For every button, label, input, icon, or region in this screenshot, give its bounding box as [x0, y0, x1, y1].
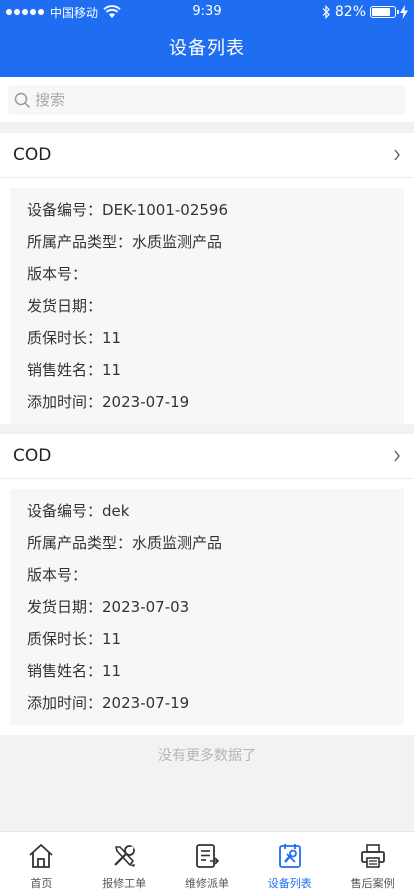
- field-value: 2023-07-19: [102, 393, 190, 411]
- field-label: 发货日期：: [27, 297, 103, 315]
- printer-icon: [360, 844, 385, 868]
- field-value: 水质监测产品: [132, 233, 223, 251]
- field-label: 设备编号：: [27, 201, 103, 219]
- device-field-row: 版本号：: [27, 258, 404, 290]
- app-header: 中国移动 9:39 82% 设备列表: [0, 0, 414, 77]
- no-more-data-text: 没有更多数据了: [158, 748, 256, 764]
- tab-repair-orders[interactable]: 报修工单: [83, 832, 166, 896]
- device-field-row: 设备编号：dek: [27, 495, 404, 527]
- search-input[interactable]: [35, 91, 375, 109]
- device-card[interactable]: COD 设备编号：dek 所属产品类型：水质监测产品 版本号： 发货日期：202…: [0, 434, 414, 735]
- field-value: dek: [102, 502, 130, 520]
- device-name: COD: [13, 145, 52, 165]
- tab-label: 售后案例: [350, 877, 395, 890]
- tab-after-sales-cases[interactable]: 售后案例: [331, 832, 414, 896]
- device-field-row: 所属产品类型：水质监测产品: [27, 226, 404, 258]
- device-field-row: 发货日期：: [27, 290, 404, 322]
- device-field-row: 质保时长：11: [27, 623, 404, 655]
- device-list-icon: [278, 844, 301, 868]
- device-field-row: 版本号：: [27, 559, 404, 591]
- field-value: 2023-07-19: [102, 694, 190, 712]
- device-field-row: 发货日期：2023-07-03: [27, 591, 404, 623]
- search-icon: [14, 92, 31, 108]
- field-label: 版本号：: [27, 265, 88, 283]
- device-card-header[interactable]: COD: [0, 434, 414, 479]
- device-detail: 设备编号：dek 所属产品类型：水质监测产品 版本号： 发货日期：2023-07…: [10, 489, 404, 725]
- field-label: 版本号：: [27, 566, 88, 584]
- home-icon: [29, 844, 53, 868]
- status-bar: 中国移动 9:39 82%: [0, 0, 414, 24]
- device-field-row: 所属产品类型：水质监测产品: [27, 527, 404, 559]
- bottom-tab-bar: 首页 报修工单 维修派单 设备列表 售后案例: [0, 831, 414, 896]
- device-detail: 设备编号：DEK-1001-02596 所属产品类型：水质监测产品 版本号： 发…: [10, 188, 404, 424]
- tools-icon: [114, 845, 136, 867]
- tab-label: 首页: [30, 877, 53, 890]
- tab-home[interactable]: 首页: [0, 832, 83, 896]
- device-field-row: 添加时间：2023-07-19: [27, 687, 404, 719]
- field-value: 11: [102, 662, 122, 680]
- device-field-row: 质保时长：11: [27, 322, 404, 354]
- tab-dispatch[interactable]: 维修派单: [166, 832, 249, 896]
- chevron-right-icon[interactable]: [393, 149, 401, 161]
- field-label: 添加时间：: [27, 694, 103, 712]
- device-field-row: 销售姓名：11: [27, 655, 404, 687]
- field-value: 11: [102, 329, 122, 347]
- chevron-right-icon[interactable]: [393, 450, 401, 462]
- search-bar: [0, 77, 414, 122]
- field-label: 发货日期：: [27, 598, 103, 616]
- field-value: 11: [102, 361, 122, 379]
- field-value: 11: [102, 630, 122, 648]
- device-card[interactable]: COD 设备编号：DEK-1001-02596 所属产品类型：水质监测产品 版本…: [0, 133, 414, 424]
- device-card-header[interactable]: COD: [0, 133, 414, 178]
- battery-icon: [370, 6, 399, 18]
- field-value: 2023-07-03: [102, 598, 190, 616]
- device-field-row: 添加时间：2023-07-19: [27, 386, 404, 418]
- tab-label: 维修派单: [184, 877, 229, 890]
- field-label: 所属产品类型：: [27, 233, 133, 251]
- status-time: 9:39: [192, 4, 222, 19]
- field-label: 销售姓名：: [27, 662, 103, 680]
- field-label: 质保时长：: [27, 329, 103, 347]
- search-box[interactable]: [8, 85, 406, 115]
- tab-label: 设备列表: [267, 877, 312, 890]
- field-label: 添加时间：: [27, 393, 103, 411]
- dispatch-icon: [196, 844, 220, 868]
- field-label: 设备编号：: [27, 502, 103, 520]
- field-value: 水质监测产品: [132, 534, 223, 552]
- field-label: 销售姓名：: [27, 361, 103, 379]
- device-name: COD: [13, 446, 52, 466]
- tab-device-list[interactable]: 设备列表: [248, 832, 331, 896]
- device-field-row: 设备编号：DEK-1001-02596: [27, 194, 404, 226]
- field-label: 所属产品类型：: [27, 534, 133, 552]
- tab-label: 报修工单: [102, 877, 147, 890]
- page-title: 设备列表: [169, 38, 245, 59]
- field-value: DEK-1001-02596: [102, 201, 229, 219]
- device-field-row: 销售姓名：11: [27, 354, 404, 386]
- field-label: 质保时长：: [27, 630, 103, 648]
